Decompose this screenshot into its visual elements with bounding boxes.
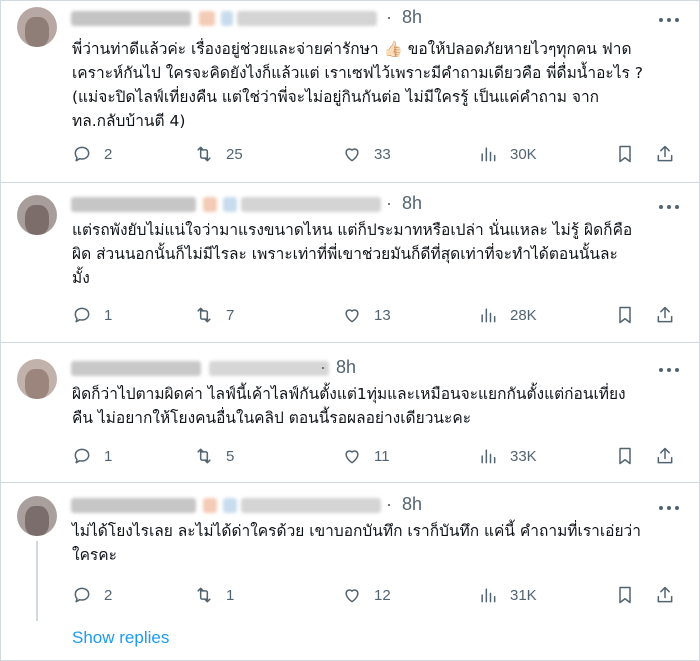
share-icon [657, 306, 673, 323]
more-icon[interactable] [659, 205, 679, 211]
views-button[interactable]: 31K [478, 583, 537, 607]
views-button[interactable]: 33K [478, 444, 537, 468]
timestamp[interactable]: 8h [402, 494, 422, 515]
reply-icon [74, 587, 90, 603]
reply-count: 1 [104, 306, 113, 324]
repost-icon [197, 146, 211, 162]
like-button[interactable]: 33 [342, 142, 391, 166]
more-icon[interactable] [659, 18, 679, 24]
views-count: 30K [510, 145, 537, 163]
separator-dot: · [386, 7, 392, 27]
views-count: 31K [510, 586, 537, 604]
show-replies-link[interactable]: Show replies [72, 628, 169, 648]
like-count: 33 [374, 145, 391, 163]
separator-dot: · [320, 357, 326, 377]
separator-dot: · [386, 494, 392, 514]
reply-text: ผิดก็ว่าไปตามผิดค่า ไลฟ์นี้เค้าไลฟ์กันตั… [72, 385, 626, 427]
reply-icon [74, 307, 90, 323]
like-icon [345, 309, 359, 323]
avatar[interactable] [17, 7, 57, 47]
bookmark-icon [619, 586, 631, 604]
reply-text: พี่ว่านท่าดีแล้วค่ะ เรื่องอยู่ช่วยและจ่า… [72, 40, 644, 130]
avatar[interactable] [17, 496, 57, 536]
views-count: 33K [510, 447, 537, 465]
share-icon [657, 447, 673, 464]
reply-text: แต่รถพังยับไม่แน่ใจว่ามาแรงขนาดไหน แต่ก็… [72, 221, 633, 287]
divider [0, 342, 700, 343]
reply-icon [74, 146, 90, 162]
repost-count: 5 [226, 447, 235, 465]
action-bar: 1 7 13 28K [72, 303, 682, 327]
like-icon [345, 148, 359, 162]
reply-count: 1 [104, 447, 113, 465]
reply-button[interactable]: 1 [72, 444, 112, 468]
reply-count: 2 [104, 586, 113, 604]
repost-count: 25 [226, 145, 243, 163]
views-button[interactable]: 30K [478, 142, 537, 166]
views-count: 28K [510, 306, 537, 324]
repost-icon [197, 448, 211, 464]
reply-button[interactable]: 2 [72, 583, 112, 607]
bookmark-button[interactable] [615, 583, 647, 607]
views-icon [481, 588, 496, 603]
like-count: 13 [374, 306, 391, 324]
like-icon [345, 589, 359, 603]
views-button[interactable]: 28K [478, 303, 537, 327]
timestamp[interactable]: 8h [402, 193, 422, 214]
bookmark-icon [619, 145, 631, 163]
views-icon [481, 449, 496, 464]
divider [0, 182, 700, 183]
avatar[interactable] [17, 359, 57, 399]
reply-icon [74, 448, 90, 464]
share-button[interactable] [655, 303, 687, 327]
repost-count: 1 [226, 586, 235, 604]
bookmark-button[interactable] [615, 303, 647, 327]
reply-count: 2 [104, 145, 113, 163]
like-button[interactable]: 13 [342, 303, 391, 327]
like-icon [345, 450, 359, 464]
views-icon [481, 308, 496, 323]
repost-button[interactable]: 7 [194, 303, 234, 327]
like-count: 11 [374, 447, 390, 465]
like-button[interactable]: 12 [342, 583, 391, 607]
views-icon [481, 147, 496, 162]
repost-button[interactable]: 1 [194, 583, 234, 607]
bookmark-button[interactable] [615, 142, 647, 166]
action-bar: 2 1 12 31K [72, 583, 682, 607]
repost-button[interactable]: 25 [194, 142, 243, 166]
share-button[interactable] [655, 444, 687, 468]
share-button[interactable] [655, 583, 687, 607]
repost-icon [197, 587, 211, 603]
divider [0, 482, 700, 483]
action-bar: 2 25 33 30K [72, 142, 682, 166]
bookmark-icon [619, 306, 631, 324]
separator-dot: · [386, 193, 392, 213]
share-button[interactable] [655, 142, 687, 166]
thread-line [36, 541, 38, 621]
reply-text: ไม่ได้โยงไรเลย ละไม่ได้ด่าใครด้วย เขาบอก… [72, 522, 641, 564]
timestamp[interactable]: 8h [402, 7, 422, 28]
share-icon [657, 145, 673, 162]
action-bar: 1 5 11 33K [72, 444, 682, 468]
repost-icon [197, 307, 211, 323]
timestamp[interactable]: 8h [336, 357, 356, 378]
bookmark-button[interactable] [615, 444, 647, 468]
avatar[interactable] [17, 195, 57, 235]
reply-button[interactable]: 1 [72, 303, 112, 327]
share-icon [657, 586, 673, 603]
bookmark-icon [619, 447, 631, 465]
repost-count: 7 [226, 306, 235, 324]
like-count: 12 [374, 586, 391, 604]
reply-button[interactable]: 2 [72, 142, 112, 166]
repost-button[interactable]: 5 [194, 444, 234, 468]
more-icon[interactable] [659, 368, 679, 374]
more-icon[interactable] [659, 506, 679, 512]
like-button[interactable]: 11 [342, 444, 390, 468]
